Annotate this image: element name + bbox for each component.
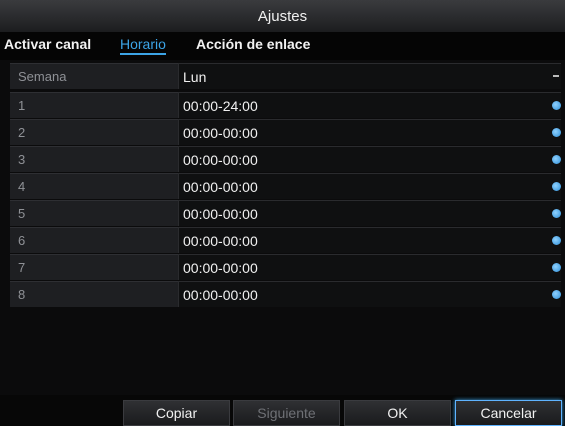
period-time: 00:00-24:00 [183,97,258,114]
cancel-button[interactable]: Cancelar [455,400,562,426]
copy-button[interactable]: Copiar [123,400,230,426]
dialog-titlebar: Ajustes [0,0,565,32]
gear-icon[interactable] [552,209,561,218]
gear-icon[interactable] [552,128,561,137]
week-row: Semana Lun [10,63,561,89]
tab-bar: Activar canal Horario Acción de enlace [0,32,565,60]
gear-icon[interactable] [552,263,561,272]
period-time: 00:00-00:00 [183,205,258,222]
period-label: 5 [10,200,178,226]
gear-icon[interactable] [552,236,561,245]
table-row: 8 00:00-00:00 [10,281,561,307]
period-value[interactable]: 00:00-00:00 [178,173,561,199]
next-button[interactable]: Siguiente [233,400,340,426]
period-value[interactable]: 00:00-00:00 [178,146,561,172]
gear-icon[interactable] [552,155,561,164]
period-label: 6 [10,227,178,253]
settings-dialog: Ajustes Activar canal Horario Acción de … [0,0,565,426]
table-row: 4 00:00-00:00 [10,173,561,199]
tab-activar-canal[interactable]: Activar canal [4,36,91,52]
period-label: 7 [10,254,178,280]
week-select-value: Lun [183,68,207,85]
gear-icon[interactable] [552,101,561,110]
table-row: 3 00:00-00:00 [10,146,561,172]
table-row: 5 00:00-00:00 [10,200,561,226]
week-label: Semana [10,63,178,89]
period-time: 00:00-00:00 [183,286,258,303]
ok-button[interactable]: OK [344,400,451,426]
period-time: 00:00-00:00 [183,124,258,141]
period-time: 00:00-00:00 [183,259,258,276]
table-row: 1 00:00-24:00 [10,92,561,118]
tab-horario[interactable]: Horario [120,36,166,55]
period-time: 00:00-00:00 [183,178,258,195]
period-label: 8 [10,281,178,307]
period-label: 1 [10,92,178,118]
period-label: 4 [10,173,178,199]
period-value[interactable]: 00:00-00:00 [178,119,561,145]
table-row: 6 00:00-00:00 [10,227,561,253]
period-time: 00:00-00:00 [183,151,258,168]
table-row: 7 00:00-00:00 [10,254,561,280]
chevron-down-icon [553,75,559,77]
gear-icon[interactable] [552,182,561,191]
period-label: 2 [10,119,178,145]
period-value[interactable]: 00:00-24:00 [178,92,561,118]
period-value[interactable]: 00:00-00:00 [178,281,561,307]
period-value[interactable]: 00:00-00:00 [178,254,561,280]
tab-accion-de-enlace[interactable]: Acción de enlace [196,36,310,52]
gear-icon[interactable] [552,290,561,299]
dialog-title: Ajustes [257,7,308,25]
period-label: 3 [10,146,178,172]
period-time: 00:00-00:00 [183,232,258,249]
period-value[interactable]: 00:00-00:00 [178,200,561,226]
week-select[interactable]: Lun [178,63,561,89]
period-value[interactable]: 00:00-00:00 [178,227,561,253]
table-row: 2 00:00-00:00 [10,119,561,145]
